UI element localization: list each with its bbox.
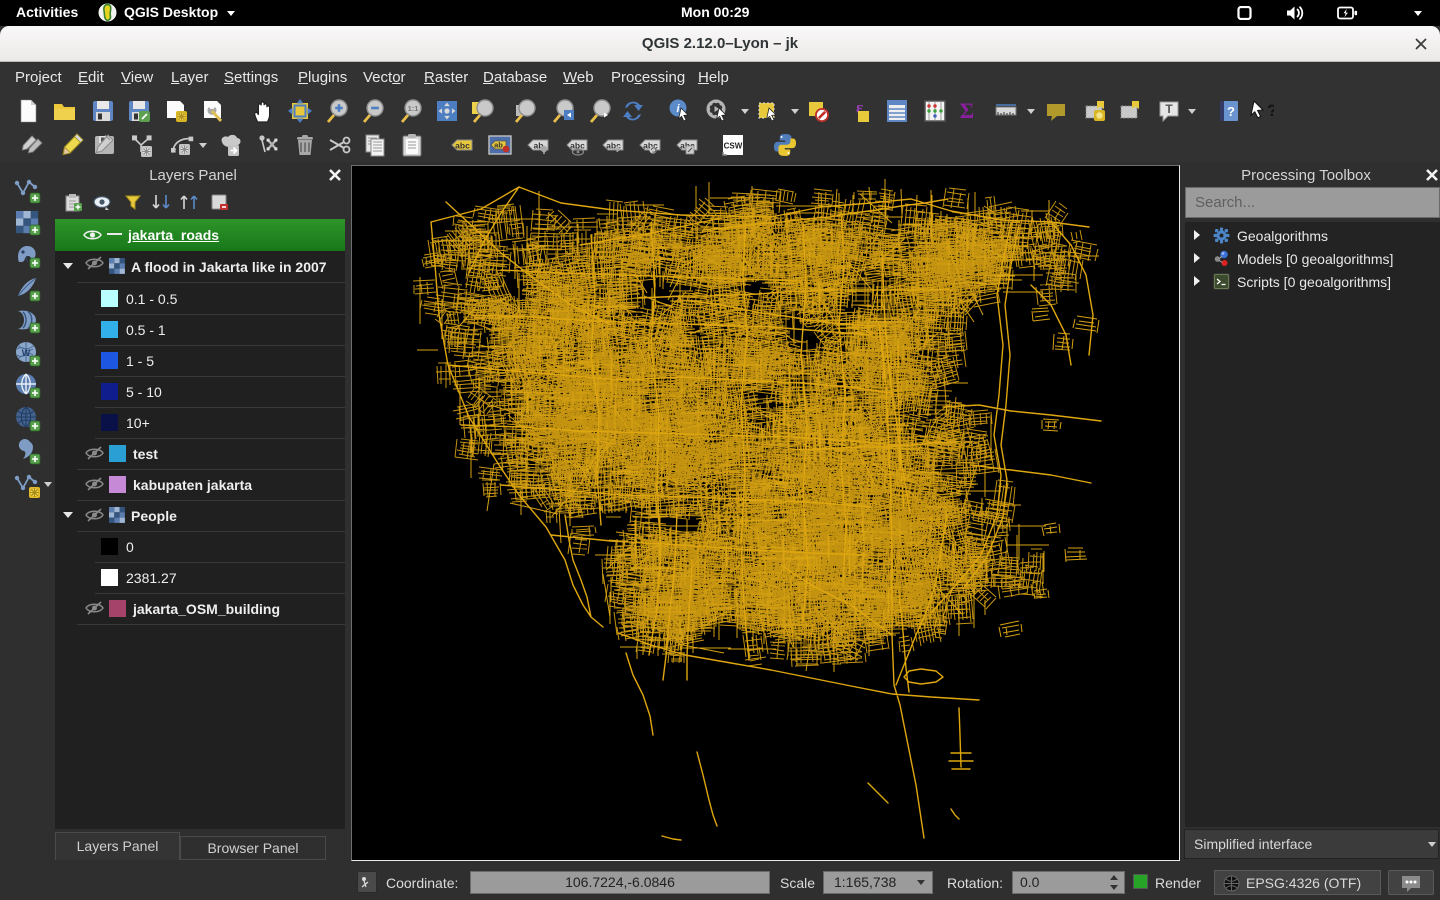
svg-text:CSW: CSW (724, 142, 743, 151)
svg-text:ab: ab (494, 141, 503, 150)
svg-text:?: ? (1227, 104, 1235, 119)
svg-text:1:1: 1:1 (408, 104, 419, 113)
svg-text:?: ? (1267, 101, 1274, 120)
svg-text:T: T (1165, 102, 1173, 116)
svg-text:abc: abc (455, 141, 470, 151)
svg-text:W: W (22, 348, 31, 358)
svg-text:Σ: Σ (960, 98, 974, 123)
